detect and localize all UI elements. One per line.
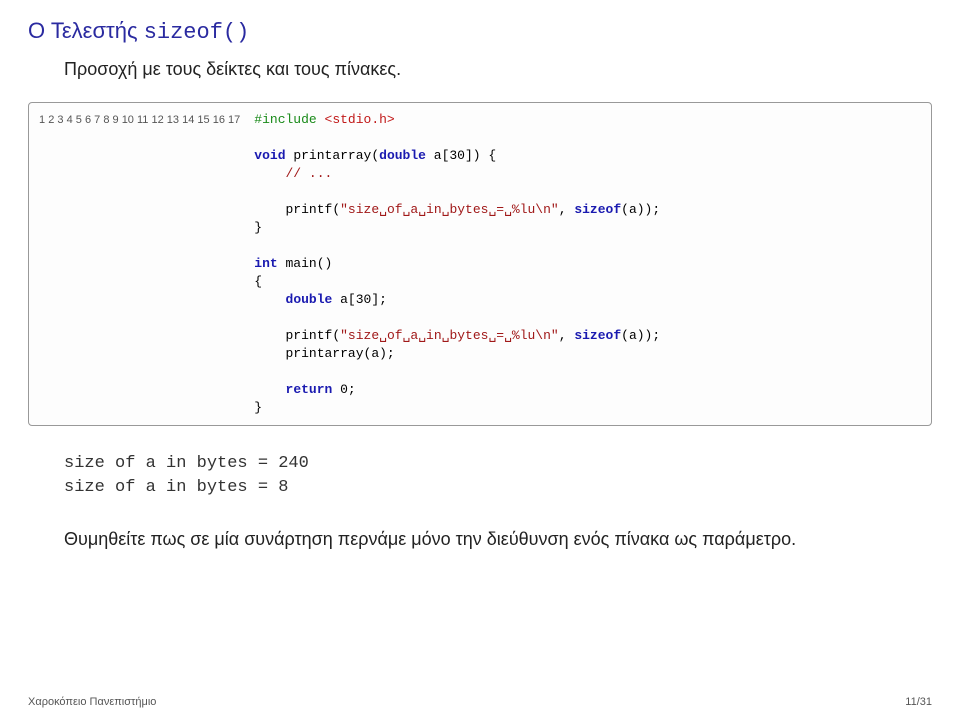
lineno: 2 (48, 114, 54, 126)
lineno: 3 (57, 114, 63, 126)
code-lines: #include <stdio.h> void printarray(doubl… (254, 111, 660, 417)
output-line: size of a in bytes = 240 (64, 452, 932, 476)
code-token: printf (254, 328, 332, 343)
lineno: 15 (197, 114, 209, 126)
code-token: ( (371, 148, 379, 163)
code-token: , (559, 202, 575, 217)
lineno: 10 (122, 114, 134, 126)
code-token: printf (254, 202, 332, 217)
code-token: "size␣of␣a␣in␣bytes␣=␣%lu\n" (340, 328, 559, 343)
code-token: 0; (332, 382, 355, 397)
code-token: main (278, 256, 317, 271)
code-token: #include (254, 112, 316, 127)
code-token: (a)); (621, 328, 660, 343)
code-token: ( (332, 202, 340, 217)
lineno: 12 (151, 114, 163, 126)
code-token: int (254, 256, 277, 271)
code-token: (a); (364, 346, 395, 361)
code-token: double (379, 148, 426, 163)
lineno: 9 (113, 114, 119, 126)
lineno: 11 (137, 114, 148, 126)
code-token: , (559, 328, 575, 343)
code-token: () (317, 256, 333, 271)
code-token: double (286, 292, 333, 307)
code-token: a[30]; (332, 292, 387, 307)
slide-subtitle: Προσοχή με τους δείκτες και τους πίνακες… (64, 59, 932, 80)
code-token: } (254, 220, 262, 235)
code-token: sizeof (574, 202, 621, 217)
lineno: 5 (76, 114, 82, 126)
lineno: 4 (67, 114, 73, 126)
code-token: <stdio.h> (317, 112, 395, 127)
footer-left: Χαροκόπειο Πανεπιστήμιο (28, 696, 156, 708)
program-output: size of a in bytes = 240 size of a in by… (64, 452, 932, 500)
slide-content: Ο Τελεστής sizeof() Προσοχή με τους δείκ… (0, 0, 960, 552)
footer-right: 11/31 (905, 696, 932, 708)
code-block: 1 2 3 4 5 6 7 8 9 10 11 12 13 14 15 16 1… (28, 102, 932, 426)
lineno: 16 (213, 114, 225, 126)
line-numbers: 1 2 3 4 5 6 7 8 9 10 11 12 13 14 15 16 1… (39, 111, 254, 417)
slide-footer: Χαροκόπειο Πανεπιστήμιο 11/31 (28, 696, 932, 708)
title-prefix: Ο Τελεστής (28, 18, 144, 43)
lineno: 1 (39, 114, 45, 126)
code-token: { (254, 274, 262, 289)
code-token: (a)); (621, 202, 660, 217)
lineno: 7 (94, 114, 100, 126)
code-token: "size␣of␣a␣in␣bytes␣=␣%lu\n" (340, 202, 559, 217)
slide-note: Θυμηθείτε πως σε μία συνάρτηση περνάμε μ… (64, 526, 902, 552)
code-token (254, 292, 285, 307)
code-token: a[30]) { (426, 148, 496, 163)
slide-title: Ο Τελεστής sizeof() (28, 18, 932, 45)
lineno: 17 (228, 114, 240, 126)
output-line: size of a in bytes = 8 (64, 476, 932, 500)
code-token: void (254, 148, 285, 163)
lineno: 8 (103, 114, 109, 126)
code-token: printarray (254, 346, 363, 361)
code-token: printarray (286, 148, 372, 163)
code-token: return (286, 382, 333, 397)
lineno: 13 (167, 114, 179, 126)
code-token: } (254, 400, 262, 415)
code-token: ( (332, 328, 340, 343)
title-keyword: sizeof() (144, 20, 250, 45)
code-token (254, 382, 285, 397)
lineno: 14 (182, 114, 194, 126)
lineno: 6 (85, 114, 91, 126)
code-token: // ... (254, 166, 332, 181)
code-token: sizeof (574, 328, 621, 343)
